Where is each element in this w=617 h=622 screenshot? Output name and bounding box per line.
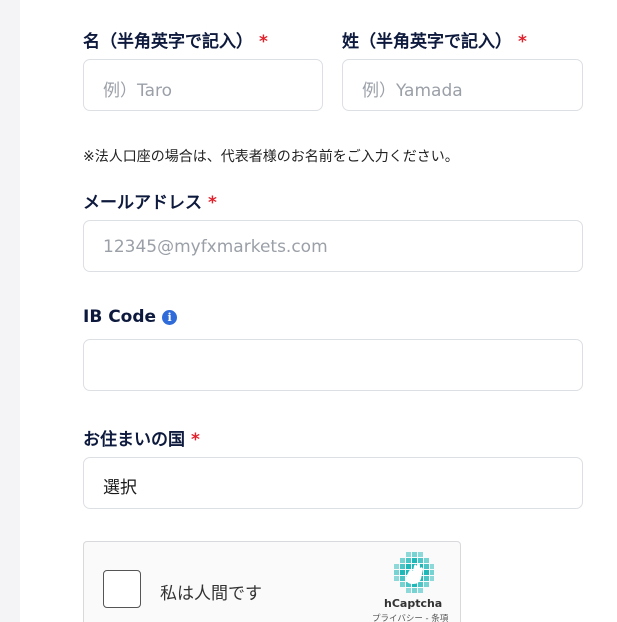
email-label-text: メールアドレス: [83, 193, 202, 213]
hcaptcha-widget: 私は人間です hCaptcha プライバシー - 条項: [83, 541, 461, 622]
country-select-value: 選択: [103, 478, 137, 498]
country-label: お住まいの国 *: [83, 425, 200, 450]
required-marker: *: [259, 32, 268, 52]
corporate-note: ※法人口座の場合は、代表者様のお名前をご入力ください。: [83, 149, 459, 165]
last-name-placeholder: 例）Yamada: [362, 81, 463, 101]
first-name-input[interactable]: 例）Taro: [83, 59, 323, 111]
email-label: メールアドレス *: [83, 188, 217, 213]
country-select[interactable]: 選択: [83, 457, 583, 509]
first-name-placeholder: 例）Taro: [103, 81, 173, 101]
required-marker: *: [518, 32, 527, 52]
last-name-label-text: 姓（半角英字で記入）: [342, 32, 512, 52]
email-placeholder: 12345@myfxmarkets.com: [103, 237, 328, 257]
left-gutter: [0, 0, 20, 622]
ib-code-label: IB Code i: [83, 307, 178, 327]
email-input[interactable]: 12345@myfxmarkets.com: [83, 220, 583, 272]
required-marker: *: [191, 430, 200, 450]
captcha-checkbox-label: 私は人間です: [160, 584, 262, 604]
info-icon[interactable]: i: [162, 310, 178, 325]
first-name-label-text: 名（半角英字で記入）: [83, 32, 253, 52]
captcha-checkbox[interactable]: [103, 570, 141, 608]
hcaptcha-brand: hCaptcha: [384, 597, 443, 610]
last-name-label: 姓（半角英字で記入） *: [342, 27, 527, 52]
ib-code-input[interactable]: [83, 339, 583, 391]
country-label-text: お住まいの国: [83, 430, 185, 450]
ib-code-label-text: IB Code: [83, 307, 157, 327]
first-name-label: 名（半角英字で記入） *: [83, 27, 268, 52]
hcaptcha-logo-icon: [394, 552, 434, 593]
hcaptcha-links[interactable]: プライバシー - 条項: [372, 612, 448, 622]
last-name-input[interactable]: 例）Yamada: [342, 59, 583, 111]
required-marker: *: [208, 193, 217, 213]
